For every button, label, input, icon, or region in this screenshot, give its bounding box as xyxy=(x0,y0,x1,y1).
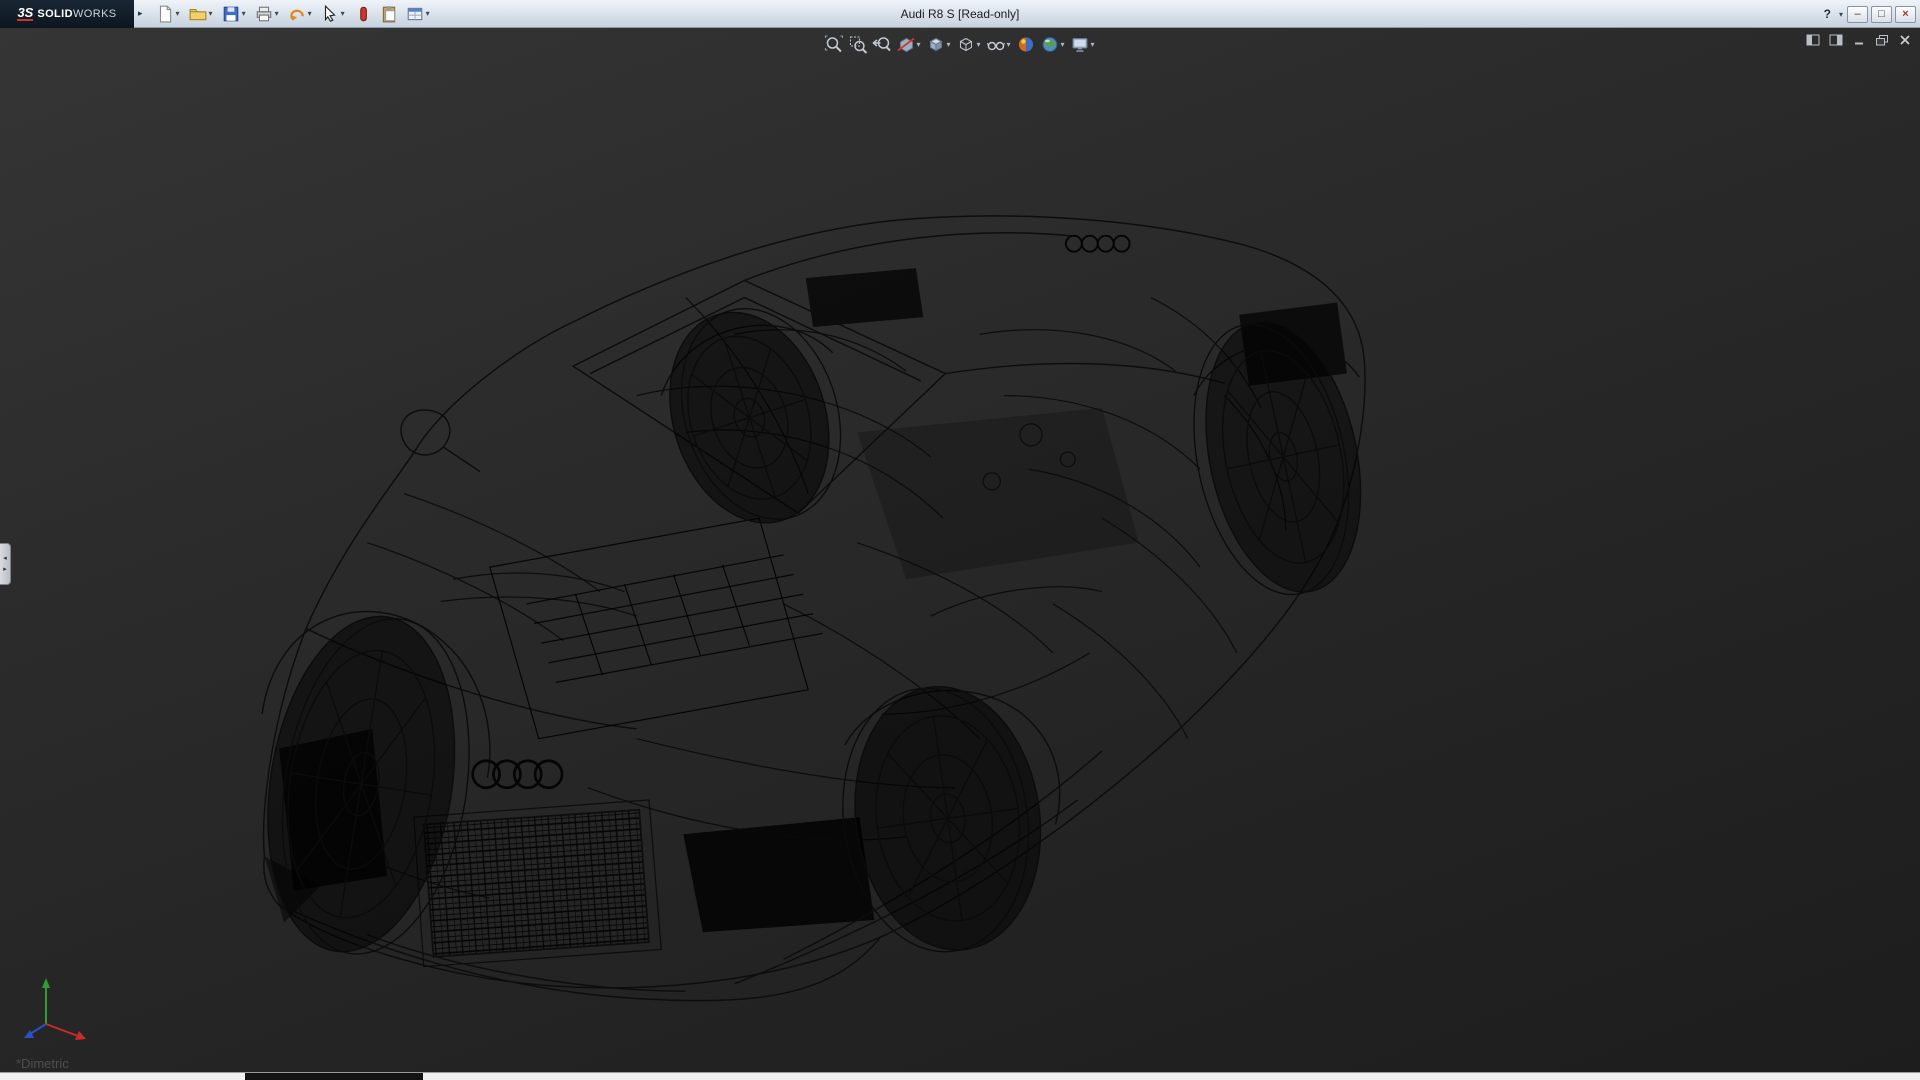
toolbar-expand-arrow[interactable]: ▸ xyxy=(134,8,147,19)
restore-document-icon xyxy=(1876,35,1888,46)
panel-expand-arrow-up[interactable]: ◂ xyxy=(3,555,7,562)
help-button[interactable]: ? xyxy=(1821,7,1834,21)
view-settings-button[interactable]: ▾ xyxy=(1069,32,1098,56)
new-dropdown-arrow[interactable]: ▾ xyxy=(174,9,181,18)
graphics-viewport[interactable]: ▾ ▾ ▾ ▾ ▾ ▾ ◂ ▸ *Dimetric xyxy=(0,28,1920,1072)
panel-expand-arrow-down[interactable]: ▸ xyxy=(3,566,7,573)
zoom-to-area-button[interactable] xyxy=(846,32,869,56)
options-window-icon xyxy=(407,7,422,20)
display-style-dropdown-arrow[interactable]: ▾ xyxy=(975,40,981,49)
view-orientation-button[interactable]: ▾ xyxy=(924,32,953,56)
solidworks-logo: 3S SOLIDWORKS xyxy=(0,0,134,28)
feature-manager-collapsed-tab[interactable]: ◂ ▸ xyxy=(0,543,11,585)
file-toolbar: ▾ ▾ ▾ ▾ ▾ ▾ ▾ xyxy=(147,2,434,26)
dassault-3ds-logo-icon: 3S xyxy=(17,4,34,21)
undo-button[interactable]: ▾ xyxy=(285,2,316,26)
minimize-document-icon xyxy=(1855,42,1863,45)
open-dropdown-arrow[interactable]: ▾ xyxy=(207,9,214,18)
status-bar xyxy=(0,1072,1920,1080)
heads-up-view-toolbar: ▾ ▾ ▾ ▾ ▾ ▾ xyxy=(822,32,1097,56)
xpress-products-button[interactable] xyxy=(351,2,375,26)
options-button[interactable]: ▾ xyxy=(403,2,434,26)
statusbar-dark-segment xyxy=(245,1073,423,1080)
select-button[interactable]: ▾ xyxy=(318,2,349,26)
section-view-icon xyxy=(897,37,915,52)
close-document-button[interactable] xyxy=(1896,32,1914,48)
minimize-document-button[interactable] xyxy=(1850,32,1868,48)
print-icon xyxy=(256,6,271,21)
save-icon xyxy=(223,6,238,21)
view-orientation-cube-icon xyxy=(929,37,943,51)
previous-view-icon xyxy=(872,36,891,51)
print-dropdown-arrow[interactable]: ▾ xyxy=(273,9,280,18)
section-view-dropdown-arrow[interactable]: ▾ xyxy=(915,40,921,49)
triad-y-arrowhead xyxy=(42,978,50,988)
undo-icon xyxy=(289,9,304,21)
print-button[interactable]: ▾ xyxy=(252,2,283,26)
brand-name: SOLIDWORKS xyxy=(37,7,117,20)
view-orientation-label: *Dimetric xyxy=(16,1056,69,1071)
view-orientation-dropdown-arrow[interactable]: ▾ xyxy=(945,40,951,49)
maximize-button[interactable]: □ xyxy=(1871,5,1892,23)
edit-appearance-icon xyxy=(1019,37,1034,51)
wheel-rear-right xyxy=(1193,321,1362,596)
new-document-button[interactable]: ▾ xyxy=(153,2,184,26)
orientation-triad xyxy=(24,978,86,1040)
window-controls: ? ▾ – □ × xyxy=(1821,0,1916,28)
display-style-icon xyxy=(959,37,972,51)
wheel-rear-left xyxy=(669,307,842,524)
audi-rings-front xyxy=(471,759,564,790)
previous-view-button[interactable] xyxy=(870,32,893,56)
triad-z-arrowhead xyxy=(24,1030,34,1038)
help-dropdown-arrow[interactable]: ▾ xyxy=(1837,10,1844,19)
restore-document-button[interactable] xyxy=(1873,32,1891,48)
hide-show-items-icon xyxy=(987,41,1005,50)
zoom-to-fit-button[interactable] xyxy=(822,32,845,56)
apply-scene-icon xyxy=(1042,36,1058,52)
audi-rings-rear xyxy=(1064,234,1131,253)
new-document-icon xyxy=(159,5,171,22)
minimize-button[interactable]: – xyxy=(1847,5,1868,23)
triad-x-axis xyxy=(45,1023,79,1037)
split-pane-right-icon xyxy=(1829,34,1843,46)
title-bar: 3S SOLIDWORKS ▸ ▾ ▾ ▾ ▾ ▾ ▾ ▾ Audi R8 S … xyxy=(0,0,1920,28)
select-cursor-icon xyxy=(324,4,336,22)
clipboard-icon xyxy=(382,5,395,22)
triad-z-axis xyxy=(29,1023,47,1035)
zoom-to-fit-icon xyxy=(824,35,843,52)
apply-scene-dropdown-arrow[interactable]: ▾ xyxy=(1060,40,1066,49)
split-pane-right-button[interactable] xyxy=(1827,32,1845,48)
paste-button[interactable] xyxy=(377,2,401,26)
options-dropdown-arrow[interactable]: ▾ xyxy=(424,9,431,18)
split-pane-left-button[interactable] xyxy=(1804,32,1822,48)
open-button[interactable]: ▾ xyxy=(186,2,217,26)
select-dropdown-arrow[interactable]: ▾ xyxy=(339,9,346,18)
display-style-button[interactable]: ▾ xyxy=(954,32,983,56)
save-dropdown-arrow[interactable]: ▾ xyxy=(240,9,247,18)
car-wireframe xyxy=(261,215,1366,1002)
xpress-products-icon xyxy=(359,6,367,21)
hide-show-dropdown-arrow[interactable]: ▾ xyxy=(1006,40,1012,49)
undo-dropdown-arrow[interactable]: ▾ xyxy=(306,9,313,18)
open-folder-icon xyxy=(189,8,206,20)
view-settings-dropdown-arrow[interactable]: ▾ xyxy=(1090,40,1096,49)
close-button[interactable]: × xyxy=(1895,5,1916,23)
close-document-icon xyxy=(1900,35,1910,45)
edit-appearance-button[interactable] xyxy=(1015,32,1038,56)
save-button[interactable]: ▾ xyxy=(219,2,250,26)
hide-show-items-button[interactable]: ▾ xyxy=(985,32,1014,56)
section-view-button[interactable]: ▾ xyxy=(894,32,923,56)
document-window-controls xyxy=(1804,32,1914,48)
apply-scene-button[interactable]: ▾ xyxy=(1039,32,1068,56)
zoom-to-area-icon xyxy=(849,36,868,54)
view-settings-icon xyxy=(1072,37,1088,52)
split-pane-left-icon xyxy=(1806,34,1820,46)
